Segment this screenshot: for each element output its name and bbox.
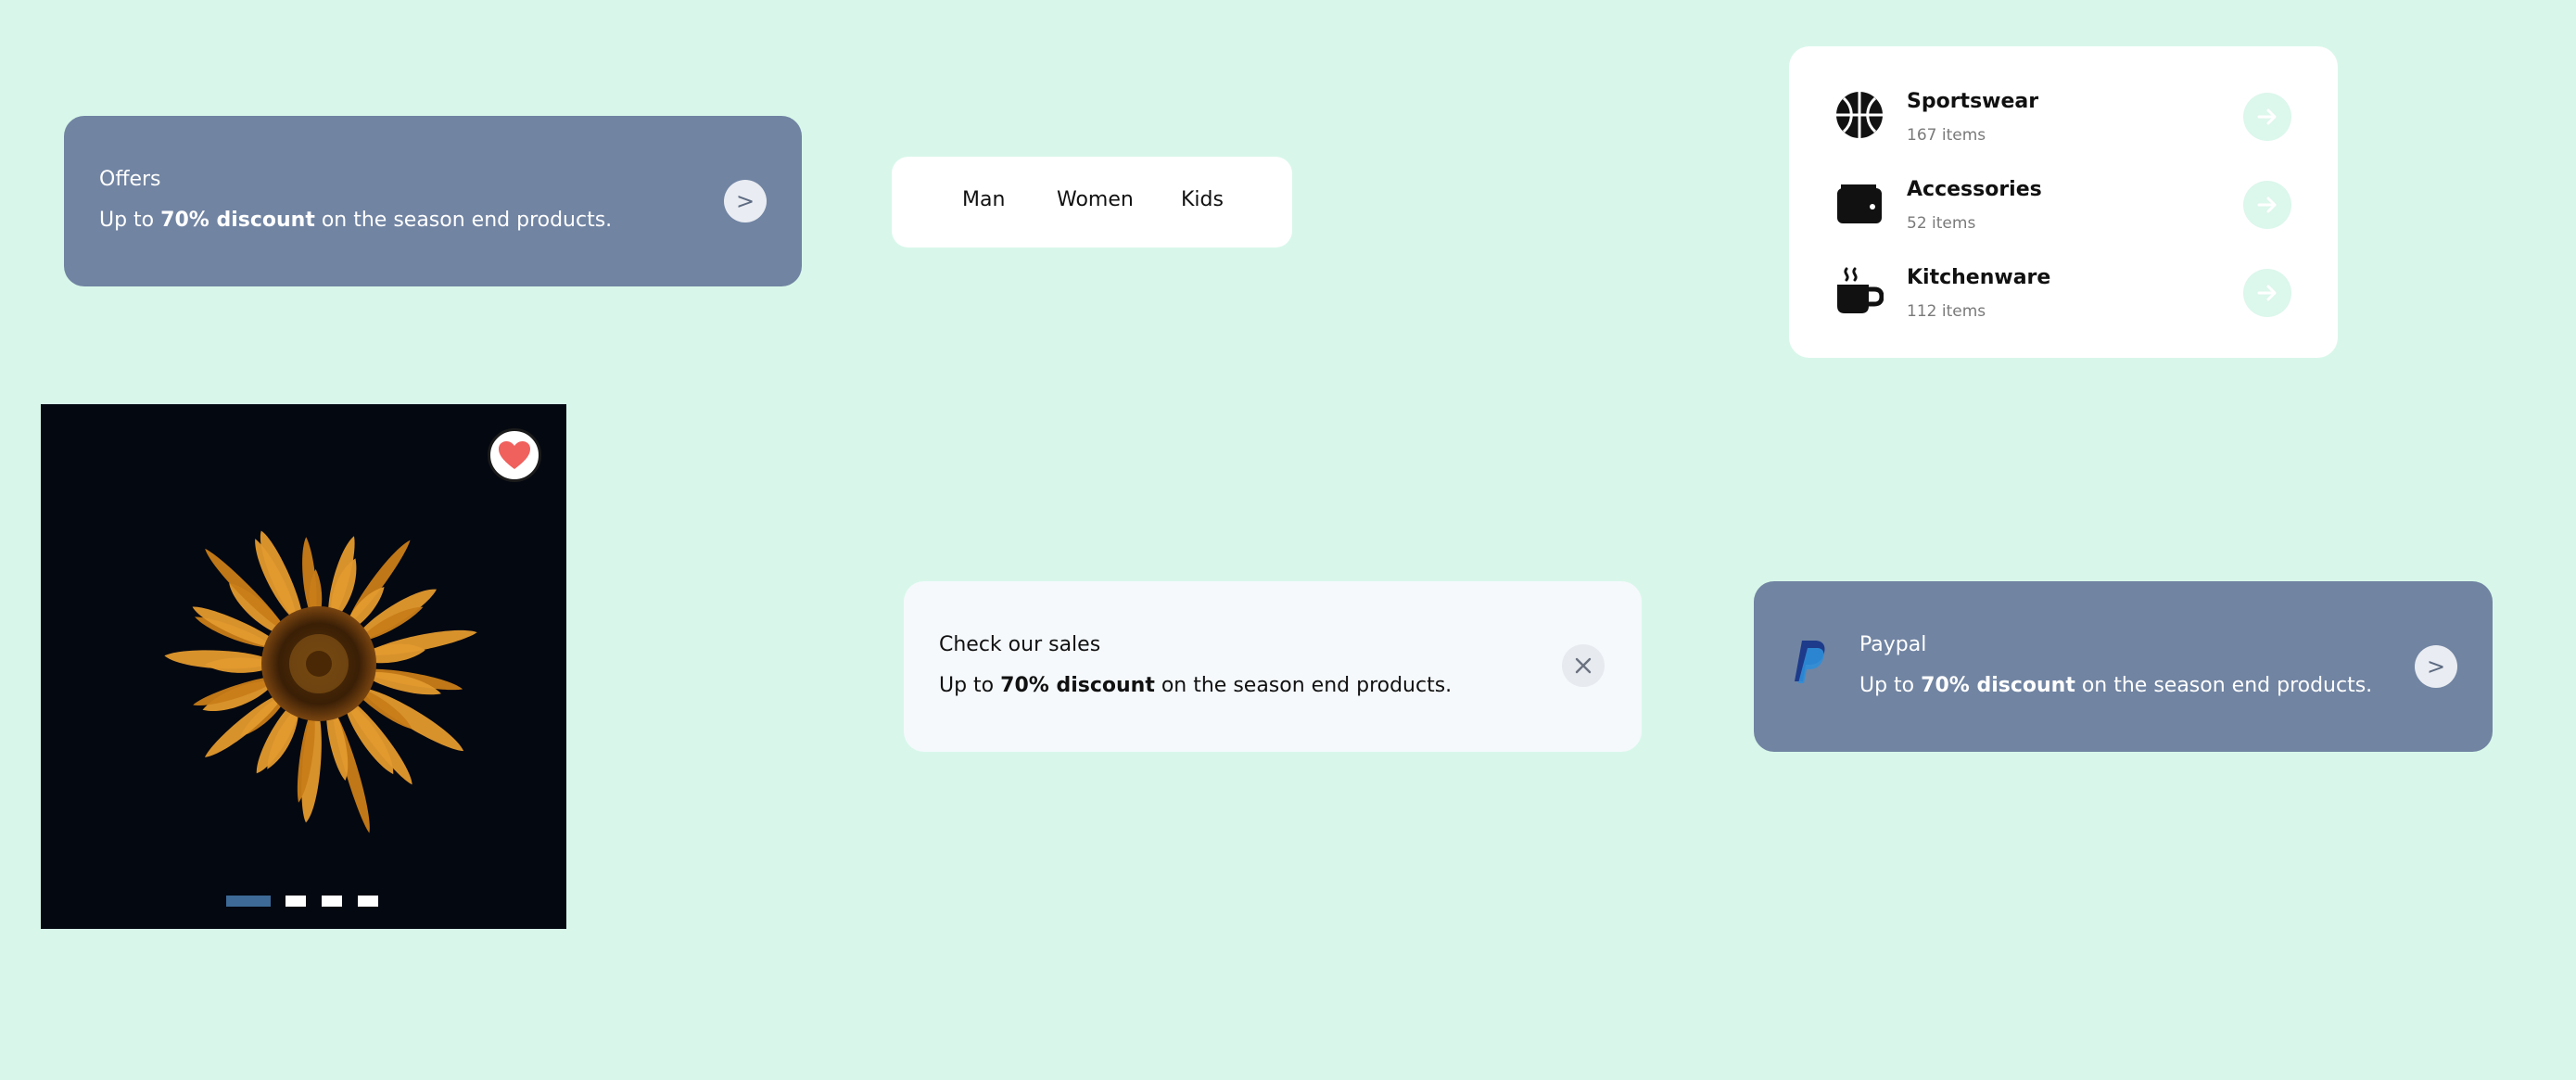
category-item-kitchenware[interactable]: Kitchenware 112 items bbox=[1789, 261, 2338, 336]
coffee-cup-icon bbox=[1837, 267, 1884, 313]
sales-card: Check our sales Up to 70% discount on th… bbox=[904, 581, 1642, 752]
paypal-title: Paypal bbox=[1859, 633, 1927, 656]
sales-text: Up to 70% discount on the season end pro… bbox=[939, 674, 1452, 697]
category-count: 52 items bbox=[1907, 214, 1976, 233]
sales-text-suffix: on the season end products. bbox=[1154, 674, 1453, 697]
paypal-logo-icon bbox=[1795, 641, 1825, 683]
tab-women[interactable]: Women bbox=[1057, 188, 1134, 211]
basketball-icon bbox=[1836, 92, 1883, 138]
carousel-dot[interactable] bbox=[358, 896, 378, 907]
category-tabs: Man Women Kids bbox=[892, 157, 1292, 248]
arrow-right-icon bbox=[2257, 197, 2277, 213]
arrow-right-icon bbox=[2257, 285, 2277, 301]
offers-text-bold: 70% discount bbox=[160, 209, 315, 232]
carousel-dot[interactable] bbox=[322, 896, 342, 907]
paypal-text-bold: 70% discount bbox=[1921, 674, 2075, 697]
sales-text-bold: 70% discount bbox=[1000, 674, 1155, 697]
tab-man[interactable]: Man bbox=[962, 188, 1005, 211]
carousel-dot[interactable] bbox=[286, 896, 306, 907]
wallet-icon bbox=[1837, 184, 1882, 223]
offers-next-label: > bbox=[735, 188, 755, 214]
sales-text-prefix: Up to bbox=[939, 674, 1001, 697]
offers-card: Offers Up to 70% discount on the season … bbox=[64, 116, 802, 286]
heart-icon bbox=[499, 441, 530, 469]
tab-kids[interactable]: Kids bbox=[1181, 188, 1224, 211]
offers-text-prefix: Up to bbox=[99, 209, 161, 232]
offers-title: Offers bbox=[99, 168, 161, 191]
category-count: 167 items bbox=[1907, 126, 1986, 145]
paypal-next-label: > bbox=[2426, 654, 2446, 680]
category-name: Sportswear bbox=[1907, 90, 2039, 113]
categories-card: Sportswear 167 items Accessories 52 item… bbox=[1789, 46, 2338, 358]
paypal-text-suffix: on the season end products. bbox=[2075, 674, 2373, 697]
paypal-next-button[interactable]: > bbox=[2415, 645, 2457, 688]
sunflower-image bbox=[164, 530, 477, 833]
close-icon bbox=[1575, 657, 1592, 674]
offers-next-button[interactable]: > bbox=[724, 180, 767, 222]
favorite-button[interactable] bbox=[488, 428, 541, 482]
category-item-sportswear[interactable]: Sportswear 167 items bbox=[1789, 85, 2338, 159]
category-count: 112 items bbox=[1907, 302, 1986, 321]
carousel-dot-active[interactable] bbox=[226, 896, 271, 907]
category-name: Kitchenware bbox=[1907, 266, 2051, 289]
paypal-text: Up to 70% discount on the season end pro… bbox=[1859, 674, 2372, 697]
category-name: Accessories bbox=[1907, 178, 2042, 201]
product-image-card bbox=[41, 404, 566, 929]
offers-text-suffix: on the season end products. bbox=[314, 209, 613, 232]
paypal-text-prefix: Up to bbox=[1859, 674, 1922, 697]
paypal-card: Paypal Up to 70% discount on the season … bbox=[1754, 581, 2493, 752]
category-arrow-button[interactable] bbox=[2243, 269, 2291, 317]
category-arrow-button[interactable] bbox=[2243, 93, 2291, 141]
category-item-accessories[interactable]: Accessories 52 items bbox=[1789, 173, 2338, 248]
offers-text: Up to 70% discount on the season end pro… bbox=[99, 209, 612, 232]
sales-close-button[interactable] bbox=[1562, 644, 1605, 687]
sales-title: Check our sales bbox=[939, 633, 1101, 656]
category-arrow-button[interactable] bbox=[2243, 181, 2291, 229]
arrow-right-icon bbox=[2257, 108, 2277, 125]
